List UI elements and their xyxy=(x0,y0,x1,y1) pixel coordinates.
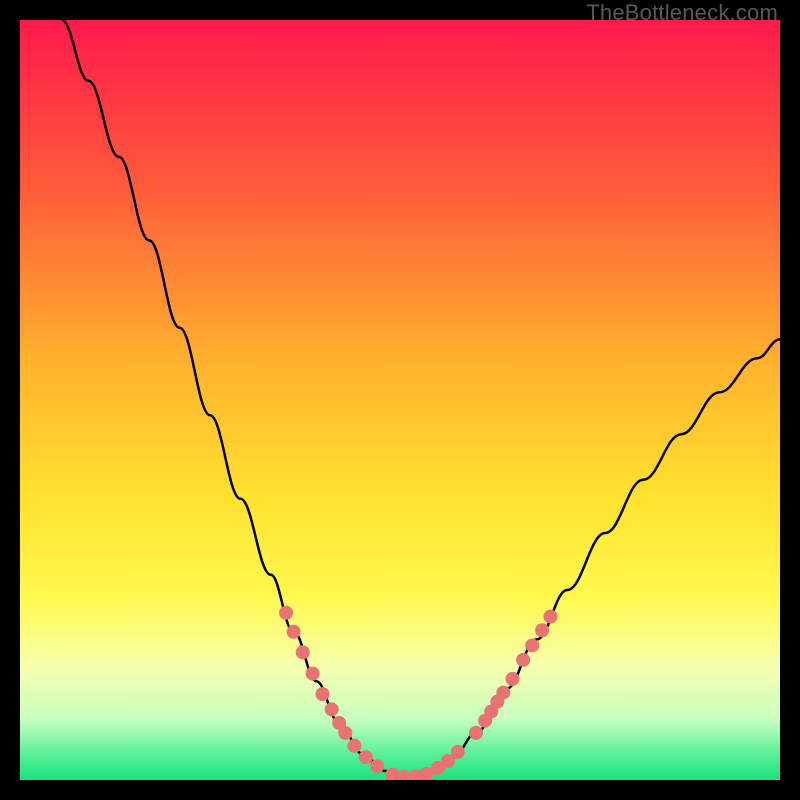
marker-dot xyxy=(543,610,557,624)
marker-dot xyxy=(325,702,339,716)
marker-dot xyxy=(338,726,352,740)
marker-dot xyxy=(370,759,384,773)
marker-dot xyxy=(505,672,519,686)
watermark-text: TheBottleneck.com xyxy=(586,0,778,26)
marker-dot xyxy=(347,739,361,753)
marker-dot xyxy=(296,645,310,659)
chart-frame xyxy=(20,20,780,780)
marker-dot xyxy=(535,623,549,637)
marker-dot xyxy=(306,667,320,681)
marker-dot xyxy=(451,745,465,759)
marker-dot xyxy=(315,687,329,701)
marker-dot xyxy=(279,606,293,620)
marker-dot xyxy=(359,750,373,764)
marker-dot xyxy=(496,686,510,700)
bottleneck-chart xyxy=(20,20,780,780)
marker-dot xyxy=(516,653,530,667)
marker-dot xyxy=(525,638,539,652)
marker-dot xyxy=(469,726,483,740)
marker-dot xyxy=(287,625,301,639)
gradient-background xyxy=(20,20,780,780)
